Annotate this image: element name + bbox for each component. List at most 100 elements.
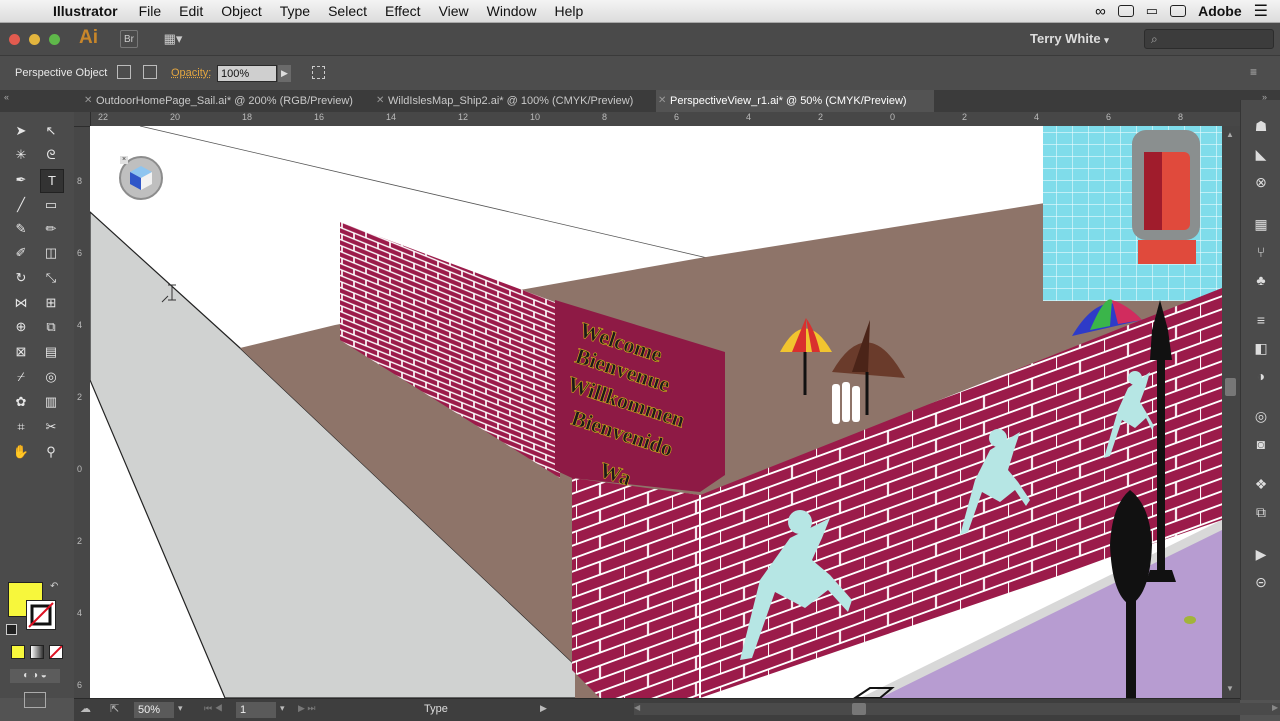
menu-app-name[interactable]: Illustrator	[44, 3, 130, 19]
close-tab-icon[interactable]: ✕	[658, 90, 666, 112]
width-tool-icon[interactable]: ⋈	[10, 292, 32, 314]
menu-view[interactable]: View	[430, 3, 478, 19]
scroll-up-icon[interactable]: ▲	[1226, 130, 1234, 139]
menu-select[interactable]: Select	[319, 3, 376, 19]
share-icon[interactable]: ⇱	[110, 702, 119, 715]
line-tool-icon[interactable]: ╱	[10, 194, 32, 216]
zoom-window-button[interactable]	[49, 34, 60, 45]
zoom-dropdown-icon[interactable]: ▾	[178, 703, 183, 714]
collapse-panel-icon[interactable]: «	[4, 92, 9, 102]
display-icon[interactable]	[1170, 5, 1187, 17]
eraser-tool-icon[interactable]: ◫	[40, 242, 62, 264]
horizontal-scrollbar[interactable]: ◀ ▶	[634, 703, 1280, 715]
perspective-attach-icon[interactable]	[117, 65, 131, 79]
links-icon[interactable]: ⊝	[1251, 572, 1271, 592]
graphic-styles-icon[interactable]: ◎	[1251, 406, 1271, 426]
status-menu-arrow-icon[interactable]: ▶	[540, 703, 547, 714]
actions-play-icon[interactable]: ▶	[1251, 544, 1271, 564]
magic-wand-tool-icon[interactable]: ✳	[10, 144, 32, 166]
ruler-origin[interactable]	[74, 112, 91, 127]
arrange-documents-icon[interactable]: ▦▾	[158, 30, 188, 48]
hand-tool-icon[interactable]: ✋	[10, 441, 32, 463]
hamburger-menu-icon[interactable]: ☰	[1254, 1, 1268, 21]
paintbrush-tool-icon[interactable]: ✎	[10, 218, 32, 240]
stroke-panel-icon[interactable]: ≡	[1251, 310, 1271, 330]
tab-wildisles-map[interactable]: ✕ WildIslesMap_Ship2.ai* @ 100% (CMYK/Pre…	[374, 90, 656, 112]
vertical-scrollbar[interactable]: ▲ ▼	[1222, 126, 1240, 698]
lasso-tool-icon[interactable]: ᘓ	[40, 144, 62, 166]
swatches-icon[interactable]: ▦	[1251, 214, 1271, 234]
color-mode-icon[interactable]	[11, 645, 25, 659]
bridge-button[interactable]: Br	[120, 30, 138, 48]
perspective-release-icon[interactable]	[143, 65, 157, 79]
zoom-level-field[interactable]: 50%	[134, 702, 174, 718]
symbols-icon[interactable]: ♣	[1251, 270, 1271, 290]
minimize-window-button[interactable]	[29, 34, 40, 45]
panel-menu-icon[interactable]: ≡	[1250, 65, 1257, 79]
free-transform-tool-icon[interactable]: ⊞	[40, 292, 62, 314]
menu-file[interactable]: File	[130, 3, 171, 19]
opacity-label[interactable]: Opacity:	[171, 67, 211, 79]
menu-help[interactable]: Help	[545, 3, 592, 19]
stroke-color-swatch[interactable]	[26, 600, 56, 630]
selection-tool-icon[interactable]: ➤	[10, 120, 32, 142]
slice-tool-icon[interactable]: ✂	[40, 416, 62, 438]
first-artboard-icon[interactable]: ⏮ ◀	[204, 703, 223, 714]
horizontal-scroll-thumb[interactable]	[852, 703, 866, 715]
opacity-dropdown-arrow-icon[interactable]: ▶	[278, 65, 291, 82]
layers-icon[interactable]: ❖	[1251, 474, 1271, 494]
menu-edit[interactable]: Edit	[170, 3, 212, 19]
transform-icon[interactable]	[312, 66, 325, 79]
menu-window[interactable]: Window	[478, 3, 546, 19]
rotate-tool-icon[interactable]: ↻	[10, 267, 32, 289]
gradient-mode-icon[interactable]	[30, 645, 44, 659]
eyedropper-tool-icon[interactable]: ⌿	[10, 366, 32, 388]
tab-outdoor-homepage[interactable]: ✕ OutdoorHomePage_Sail.ai* @ 200% (RGB/Pr…	[82, 90, 376, 112]
vertical-scroll-thumb[interactable]	[1225, 378, 1236, 396]
next-artboard-icon[interactable]: ▶ ⏭	[298, 703, 316, 714]
color-guide-icon[interactable]: ☗	[1251, 116, 1271, 136]
creative-cloud-icon[interactable]: ∞	[1095, 3, 1106, 20]
brushes-icon[interactable]: ◣	[1251, 144, 1271, 164]
scroll-left-icon[interactable]: ◀	[634, 703, 640, 712]
transparency-icon[interactable]: ◑	[1251, 366, 1271, 386]
search-field[interactable]: ⌕	[1144, 29, 1274, 49]
screen-mode-icon[interactable]	[24, 692, 46, 708]
scroll-down-icon[interactable]: ▼	[1226, 684, 1234, 693]
appearance-icon[interactable]: ⊗	[1251, 172, 1271, 192]
default-colors-icon[interactable]	[6, 624, 17, 635]
close-widget-icon[interactable]: ×	[120, 156, 128, 164]
user-menu[interactable]: Terry White ▾	[1030, 31, 1109, 46]
zoom-tool-icon[interactable]: ⚲	[40, 441, 62, 463]
adobe-menu-label[interactable]: Adobe	[1198, 3, 1242, 19]
close-window-button[interactable]	[9, 34, 20, 45]
opacity-input[interactable]: 100%	[217, 65, 277, 82]
mesh-tool-icon[interactable]: ⊠	[10, 341, 32, 363]
artboard-tool-icon[interactable]: ⌗	[10, 416, 32, 438]
blob-brush-tool-icon[interactable]: ✐	[10, 242, 32, 264]
appearance-panel-icon[interactable]: ◙	[1251, 434, 1271, 454]
shape-builder-tool-icon[interactable]: ⊕	[10, 316, 32, 338]
pen-tool-icon[interactable]: ✒	[10, 169, 32, 191]
menu-effect[interactable]: Effect	[376, 3, 430, 19]
artboard-number-field[interactable]: 1	[236, 702, 276, 718]
type-tool-icon[interactable]: T	[40, 169, 64, 193]
menu-object[interactable]: Object	[212, 3, 270, 19]
artboards-icon[interactable]: ⧉	[1251, 502, 1271, 522]
blend-tool-icon[interactable]: ◎	[40, 366, 62, 388]
cloud-sync-icon[interactable]: ☁	[80, 702, 91, 715]
brush-library-icon[interactable]: ⑂	[1251, 242, 1271, 262]
screen-record-icon[interactable]	[1117, 5, 1134, 17]
direct-selection-tool-icon[interactable]: ↖	[40, 120, 62, 142]
artboard-canvas[interactable]: Welcome Bienvenue Willkommen Bienvenido …	[90, 126, 1222, 698]
tab-perspective-view[interactable]: ✕ PerspectiveView_r1.ai* @ 50% (CMYK/Prev…	[656, 90, 934, 112]
scale-tool-icon[interactable]: ⤡	[40, 267, 62, 289]
swap-fill-stroke-icon[interactable]: ↶	[50, 581, 58, 592]
rectangle-tool-icon[interactable]: ▭	[40, 194, 62, 216]
airplay-icon[interactable]: ▭	[1146, 3, 1158, 19]
gradient-tool-icon[interactable]: ▤	[40, 341, 62, 363]
gradient-panel-icon[interactable]: ◧	[1251, 338, 1271, 358]
scroll-right-icon[interactable]: ▶	[1272, 703, 1278, 712]
close-tab-icon[interactable]: ✕	[84, 90, 92, 112]
menu-type[interactable]: Type	[271, 3, 319, 19]
